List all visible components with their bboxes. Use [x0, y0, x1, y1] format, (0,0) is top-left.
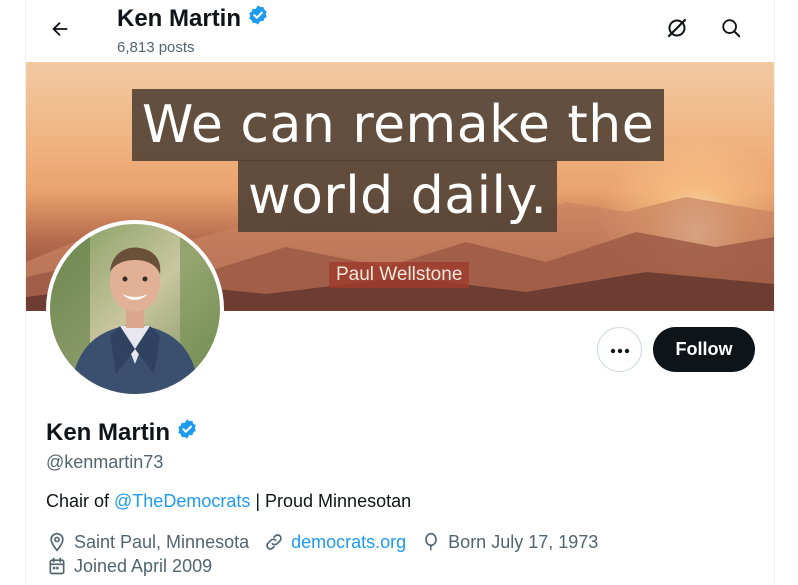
profile-name-row: Ken Martin: [46, 418, 198, 447]
verified-badge-icon: [247, 4, 269, 33]
bio-prefix: Chair of: [46, 491, 115, 511]
back-button[interactable]: [40, 11, 80, 51]
calendar-icon: [46, 555, 68, 577]
joined-text: Joined April 2009: [74, 555, 213, 576]
birthday-text: Born July 17, 1973: [448, 531, 599, 552]
grok-button[interactable]: [657, 10, 697, 50]
search-icon: [720, 17, 742, 44]
arrow-left-icon: [49, 18, 71, 45]
bio-suffix: | Proud Minnesotan: [250, 491, 412, 511]
profile-handle: @kenmartin73: [46, 452, 164, 472]
balloon-icon: [420, 531, 442, 553]
banner-quote-line-2: world daily.: [238, 160, 558, 232]
website-item[interactable]: democrats.org: [263, 531, 406, 553]
joined-item: Joined April 2009: [46, 555, 212, 577]
profile-column: Ken Martin 6,813 posts We can remake the…: [25, 0, 775, 585]
profile-meta-row: Saint Paul, Minnesota democrats.org Born…: [46, 531, 612, 553]
avatar-frame[interactable]: [46, 220, 224, 398]
header-title: Ken Martin: [117, 4, 269, 33]
profile-display-name: Ken Martin: [46, 418, 171, 446]
posts-count: 6,813 posts: [117, 39, 195, 56]
more-dots-icon: [610, 341, 630, 359]
banner-quote-author: Paul Wellstone: [329, 262, 470, 288]
link-icon: [263, 531, 285, 553]
follow-button[interactable]: Follow: [653, 327, 755, 372]
grok-icon: [665, 16, 689, 45]
profile-bio: Chair of @TheDemocrats | Proud Minnesota…: [46, 491, 411, 512]
header-display-name: Ken Martin: [117, 4, 242, 32]
location-item: Saint Paul, Minnesota: [46, 531, 249, 553]
verified-badge-icon[interactable]: [176, 418, 198, 447]
profile-header: Ken Martin 6,813 posts: [26, 0, 774, 62]
bio-mention-link[interactable]: @TheDemocrats: [114, 491, 250, 511]
search-button[interactable]: [711, 10, 751, 50]
profile-joined-row: Joined April 2009: [46, 555, 226, 577]
location-text: Saint Paul, Minnesota: [74, 531, 250, 552]
banner-quote-line-1: We can remake the: [132, 89, 665, 161]
birthday-item: Born July 17, 1973: [420, 531, 598, 553]
location-pin-icon: [46, 531, 68, 553]
avatar: [50, 224, 220, 394]
more-options-button[interactable]: [597, 327, 642, 372]
website-link[interactable]: democrats.org: [291, 532, 406, 553]
